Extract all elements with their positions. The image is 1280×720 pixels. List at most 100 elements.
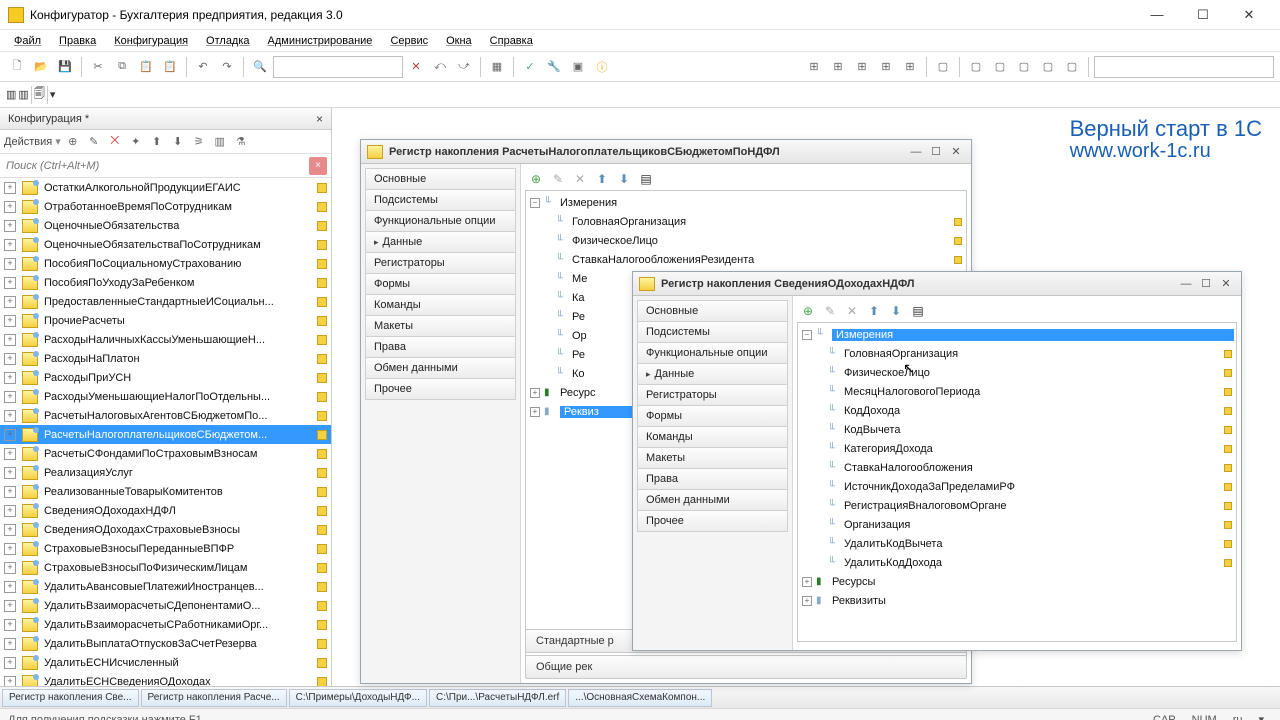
nav-fwd-icon[interactable]: ⤻ bbox=[453, 56, 475, 78]
form-tab[interactable]: Формы bbox=[637, 405, 788, 427]
tree-item[interactable]: +СтраховыеВзносыПоФизическимЛицам bbox=[0, 558, 331, 577]
win1-max-icon[interactable]: ☐ bbox=[927, 144, 945, 160]
form-tab[interactable]: Данные bbox=[365, 231, 516, 253]
expand-icon[interactable]: + bbox=[4, 372, 16, 384]
copy-icon[interactable]: ⧉ bbox=[111, 56, 133, 78]
win1-close-icon[interactable]: ✕ bbox=[947, 144, 965, 160]
form-tab[interactable]: Прочее bbox=[637, 510, 788, 532]
add-icon[interactable]: ⊕ bbox=[64, 133, 82, 151]
expand-icon[interactable]: + bbox=[4, 562, 16, 574]
expand-icon[interactable]: + bbox=[4, 600, 16, 612]
expand-icon[interactable]: + bbox=[4, 429, 16, 441]
open-icon[interactable]: 📂 bbox=[30, 56, 52, 78]
tb-r11[interactable]: ▢ bbox=[1061, 56, 1083, 78]
edit-dim-icon[interactable]: ✎ bbox=[549, 170, 567, 188]
form-tab[interactable]: Права bbox=[637, 468, 788, 490]
tb-r10[interactable]: ▢ bbox=[1037, 56, 1059, 78]
win2-titlebar[interactable]: Регистр накопления СведенияОДоходахНДФЛ … bbox=[633, 272, 1241, 296]
search-clear-icon[interactable]: ✕ bbox=[405, 56, 427, 78]
tree-node[interactable]: ╙УдалитьКодДохода bbox=[800, 553, 1234, 572]
expand-icon[interactable]: + bbox=[4, 258, 16, 270]
tree-node[interactable]: ╙ГоловнаяОрганизация bbox=[800, 344, 1234, 363]
menu-item[interactable]: Сервис bbox=[382, 33, 436, 49]
help-icon[interactable]: ⓘ bbox=[591, 56, 613, 78]
expand-icon[interactable]: + bbox=[4, 486, 16, 498]
taskbar-item[interactable]: Регистр накопления Расче... bbox=[141, 689, 287, 707]
form-tab[interactable]: Регистраторы bbox=[637, 384, 788, 406]
tree-item[interactable]: +РасходыПриУСН bbox=[0, 368, 331, 387]
tb-r9[interactable]: ▢ bbox=[1013, 56, 1035, 78]
expand-icon[interactable]: + bbox=[4, 182, 16, 194]
tb-r1[interactable]: ⊞ bbox=[803, 56, 825, 78]
expand-icon[interactable]: + bbox=[4, 543, 16, 555]
tree-node[interactable]: ╙СтавкаНалогообложения bbox=[800, 458, 1234, 477]
props-dim-icon[interactable]: ▤ bbox=[909, 302, 927, 320]
form-tab[interactable]: Основные bbox=[365, 168, 516, 190]
up-dim-icon[interactable]: ⬆ bbox=[593, 170, 611, 188]
expand-icon[interactable]: + bbox=[4, 296, 16, 308]
menu-item[interactable]: Отладка bbox=[198, 33, 257, 49]
tree-item[interactable]: +РасходыУменьшающиеНалогПоОтдельны... bbox=[0, 387, 331, 406]
form-tab[interactable]: Подсистемы bbox=[637, 321, 788, 343]
menu-item[interactable]: Администрирование bbox=[260, 33, 381, 49]
props-dim-icon[interactable]: ▤ bbox=[637, 170, 655, 188]
tree-item[interactable]: +СведенияОДоходахСтраховыеВзносы bbox=[0, 520, 331, 539]
tree-node[interactable]: ╙КодВычета bbox=[800, 420, 1234, 439]
tb-r2[interactable]: ⊞ bbox=[827, 56, 849, 78]
tree-item[interactable]: +УдалитьВыплатаОтпусковЗаСчетРезерва bbox=[0, 634, 331, 653]
tree-node[interactable]: ╙КодДохода bbox=[800, 401, 1234, 420]
save-icon[interactable]: 💾 bbox=[54, 56, 76, 78]
form-tab[interactable]: Команды bbox=[637, 426, 788, 448]
filter2-icon[interactable]: ⚗ bbox=[232, 133, 250, 151]
new-icon[interactable]: 🗋 bbox=[6, 56, 28, 78]
tree-node[interactable]: ╙МесяцНалоговогоПериода bbox=[800, 382, 1234, 401]
module-icon[interactable]: ▣ bbox=[567, 56, 589, 78]
menu-item[interactable]: Конфигурация bbox=[106, 33, 196, 49]
tb-r7[interactable]: ▢ bbox=[965, 56, 987, 78]
tree-node[interactable]: ╙СтавкаНалогообложенияРезидента bbox=[528, 250, 964, 269]
win2-max-icon[interactable]: ☐ bbox=[1197, 276, 1215, 292]
tb-r8[interactable]: ▢ bbox=[989, 56, 1011, 78]
tree-item[interactable]: +СтраховыеВзносыПереданныеВПФР bbox=[0, 539, 331, 558]
win2-min-icon[interactable]: — bbox=[1177, 276, 1195, 292]
del-dim-icon[interactable]: ✕ bbox=[843, 302, 861, 320]
config-tree[interactable]: +ОстаткиАлкогольнойПродукцииЕГАИС+Отрабо… bbox=[0, 178, 331, 686]
cfg-open-icon[interactable]: ▥ bbox=[6, 88, 16, 101]
tree-node[interactable]: +▮Ресурсы bbox=[800, 572, 1234, 591]
sort-icon[interactable]: ⚞ bbox=[190, 133, 208, 151]
expand-icon[interactable]: + bbox=[4, 334, 16, 346]
tb-r6[interactable]: ▢ bbox=[932, 56, 954, 78]
taskbar-item[interactable]: С:\При...\РасчетыНДФЛ.erf bbox=[429, 689, 566, 707]
win2-tree[interactable]: −╙Измерения╙ГоловнаяОрганизация╙Физическ… bbox=[797, 322, 1237, 642]
expand-icon[interactable]: + bbox=[4, 353, 16, 365]
cfg-db-icon[interactable]: ▥ bbox=[18, 88, 28, 101]
tree-node[interactable]: −╙Измерения bbox=[528, 193, 964, 212]
expand-icon[interactable]: + bbox=[4, 657, 16, 669]
form-tab[interactable]: Обмен данными bbox=[365, 357, 516, 379]
sidebar-close-icon[interactable]: × bbox=[316, 112, 323, 126]
form-tab[interactable]: Права bbox=[365, 336, 516, 358]
paste-icon[interactable]: 📋 bbox=[135, 56, 157, 78]
tree-node[interactable]: ╙РегистрацияВналоговомОргане bbox=[800, 496, 1234, 515]
form-tab[interactable]: Функциональные опции bbox=[637, 342, 788, 364]
tree-item[interactable]: +ПособияПоУходуЗаРебенком bbox=[0, 273, 331, 292]
tree-item[interactable]: +УдалитьАвансовыеПлатежиИностранцев... bbox=[0, 577, 331, 596]
expand-icon[interactable]: + bbox=[4, 239, 16, 251]
down-dim-icon[interactable]: ⬇ bbox=[887, 302, 905, 320]
win2-close-icon[interactable]: ✕ bbox=[1217, 276, 1235, 292]
tree-node[interactable]: ╙ИсточникДоходаЗаПределамиРФ bbox=[800, 477, 1234, 496]
expand-icon[interactable]: + bbox=[4, 315, 16, 327]
win1-titlebar[interactable]: Регистр накопления РасчетыНалогоплательщ… bbox=[361, 140, 971, 164]
tree-item[interactable]: +УдалитьВзаиморасчетыСРаботникамиОрг... bbox=[0, 615, 331, 634]
menu-item[interactable]: Окна bbox=[438, 33, 480, 49]
tree-node[interactable]: ╙КатегорияДохода bbox=[800, 439, 1234, 458]
expand-icon[interactable]: + bbox=[4, 201, 16, 213]
up-dim-icon[interactable]: ⬆ bbox=[865, 302, 883, 320]
down-icon[interactable]: ⬇ bbox=[169, 133, 187, 151]
expand-icon[interactable]: + bbox=[4, 277, 16, 289]
tree-item[interactable]: +ОценочныеОбязательства bbox=[0, 216, 331, 235]
menu-item[interactable]: Правка bbox=[51, 33, 104, 49]
find-icon[interactable]: 🔍 bbox=[249, 56, 271, 78]
taskbar-item[interactable]: Регистр накопления Све... bbox=[2, 689, 139, 707]
tree-item[interactable]: +ПредоставленныеСтандартныеИСоциальн... bbox=[0, 292, 331, 311]
